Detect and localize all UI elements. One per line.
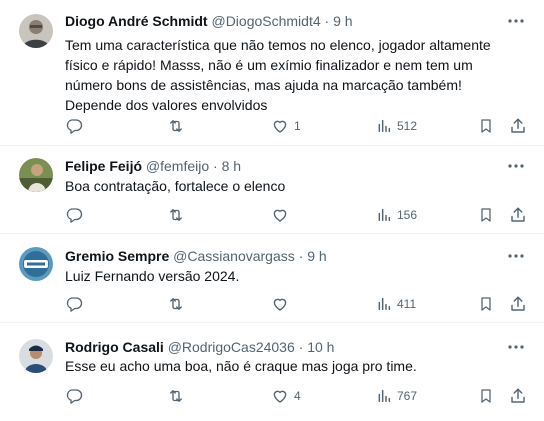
user-handle[interactable]: @DiogoSchmidt4 xyxy=(211,13,320,29)
tweet[interactable]: Rodrigo Casali @RodrigoCas24036 · 10 h E… xyxy=(0,323,544,421)
display-name[interactable]: Diogo André Schmidt xyxy=(65,13,208,29)
share-icon xyxy=(509,295,527,313)
views-icon xyxy=(376,388,392,404)
retweet-icon xyxy=(166,295,186,313)
tweet-text: Luiz Fernando versão 2024. xyxy=(65,268,240,284)
retweet-icon xyxy=(166,117,186,135)
heart-icon xyxy=(271,117,289,135)
reply-button[interactable] xyxy=(65,116,88,136)
reply-icon xyxy=(65,117,83,135)
share-button[interactable] xyxy=(509,294,527,314)
views-icon xyxy=(376,118,392,134)
views-icon xyxy=(376,207,392,223)
like-count: 1 xyxy=(294,119,301,133)
avatar[interactable] xyxy=(19,339,53,373)
timestamp[interactable]: 9 h xyxy=(307,248,326,264)
heart-icon xyxy=(271,387,289,405)
tweet-text: Boa contratação, fortalece o elenco xyxy=(65,178,286,194)
retweet-button[interactable] xyxy=(166,294,191,314)
retweet-button[interactable] xyxy=(166,386,191,406)
bookmark-button[interactable] xyxy=(478,386,494,406)
avatar[interactable] xyxy=(19,158,53,192)
more-icon[interactable] xyxy=(506,157,526,175)
user-handle[interactable]: @RodrigoCas24036 xyxy=(168,339,295,355)
reply-button[interactable] xyxy=(65,386,88,406)
bookmark-icon xyxy=(478,117,494,135)
views-button[interactable]: 512 xyxy=(376,116,417,136)
timestamp[interactable]: 8 h xyxy=(222,158,241,174)
retweet-icon xyxy=(166,206,186,224)
share-button[interactable] xyxy=(509,205,527,225)
share-button[interactable] xyxy=(509,116,527,136)
reply-icon xyxy=(65,206,83,224)
bookmark-button[interactable] xyxy=(478,205,494,225)
tweet-text: Esse eu acho uma boa, não é craque mas j… xyxy=(65,358,417,374)
views-icon xyxy=(376,296,392,312)
more-icon[interactable] xyxy=(506,247,526,265)
views-button[interactable]: 767 xyxy=(376,386,417,406)
tweet[interactable]: Gremio Sempre @Cassianovargass · 9 h Lui… xyxy=(0,234,544,323)
tweet-text: Tem uma característica que não temos no … xyxy=(65,37,491,113)
retweet-button[interactable] xyxy=(166,116,191,136)
bookmark-icon xyxy=(478,387,494,405)
retweet-button[interactable] xyxy=(166,205,191,225)
reply-button[interactable] xyxy=(65,294,88,314)
share-icon xyxy=(509,206,527,224)
tweet-header: Gremio Sempre @Cassianovargass · 9 h xyxy=(65,247,504,265)
reply-icon xyxy=(65,387,83,405)
bookmark-icon xyxy=(478,206,494,224)
tweet-header: Felipe Feijó @femfeijo · 8 h xyxy=(65,157,504,175)
views-button[interactable]: 156 xyxy=(376,205,417,225)
reply-icon xyxy=(65,295,83,313)
like-button[interactable]: 1 xyxy=(271,116,301,136)
display-name[interactable]: Gremio Sempre xyxy=(65,248,169,264)
user-handle[interactable]: @femfeijo xyxy=(146,158,209,174)
like-button[interactable] xyxy=(271,205,294,225)
views-count: 767 xyxy=(397,389,418,403)
separator: · xyxy=(213,158,218,174)
bookmark-button[interactable] xyxy=(478,294,494,314)
separator: · xyxy=(298,248,304,264)
share-button[interactable] xyxy=(509,386,527,406)
more-icon[interactable] xyxy=(506,338,526,356)
views-count: 156 xyxy=(397,208,418,222)
like-count: 4 xyxy=(294,389,301,403)
share-icon xyxy=(509,117,527,135)
tweet-actions: 411 xyxy=(65,294,528,314)
tweet[interactable]: Diogo André Schmidt @DiogoSchmidt4 · 9 h… xyxy=(0,0,544,146)
heart-icon xyxy=(271,295,289,313)
tweet-header: Rodrigo Casali @RodrigoCas24036 · 10 h xyxy=(65,338,504,356)
tweet-header: Diogo André Schmidt @DiogoSchmidt4 · 9 h xyxy=(65,12,504,30)
views-count: 512 xyxy=(397,119,418,133)
display-name[interactable]: Rodrigo Casali xyxy=(65,339,164,355)
more-icon[interactable] xyxy=(506,12,526,30)
separator: · xyxy=(324,13,330,29)
heart-icon xyxy=(271,206,289,224)
tweet[interactable]: Felipe Feijó @femfeijo · 8 h Boa contrat… xyxy=(0,146,544,234)
reply-feed: Diogo André Schmidt @DiogoSchmidt4 · 9 h… xyxy=(0,0,544,421)
tweet-actions: 156 xyxy=(65,205,528,225)
avatar[interactable] xyxy=(19,14,53,48)
share-icon xyxy=(509,387,527,405)
display-name[interactable]: Felipe Feijó xyxy=(65,158,142,174)
avatar[interactable] xyxy=(19,247,53,281)
like-button[interactable]: 4 xyxy=(271,386,301,406)
timestamp[interactable]: 9 h xyxy=(333,13,352,29)
separator: · xyxy=(298,339,304,355)
tweet-actions: 4 767 xyxy=(65,386,528,406)
reply-button[interactable] xyxy=(65,205,88,225)
bookmark-button[interactable] xyxy=(478,116,494,136)
retweet-icon xyxy=(166,387,186,405)
views-button[interactable]: 411 xyxy=(376,294,416,314)
bookmark-icon xyxy=(478,295,494,313)
tweet-actions: 1 512 xyxy=(65,116,528,136)
like-button[interactable] xyxy=(271,294,294,314)
user-handle[interactable]: @Cassianovargass xyxy=(173,248,295,264)
timestamp[interactable]: 10 h xyxy=(307,339,334,355)
views-count: 411 xyxy=(397,297,417,311)
